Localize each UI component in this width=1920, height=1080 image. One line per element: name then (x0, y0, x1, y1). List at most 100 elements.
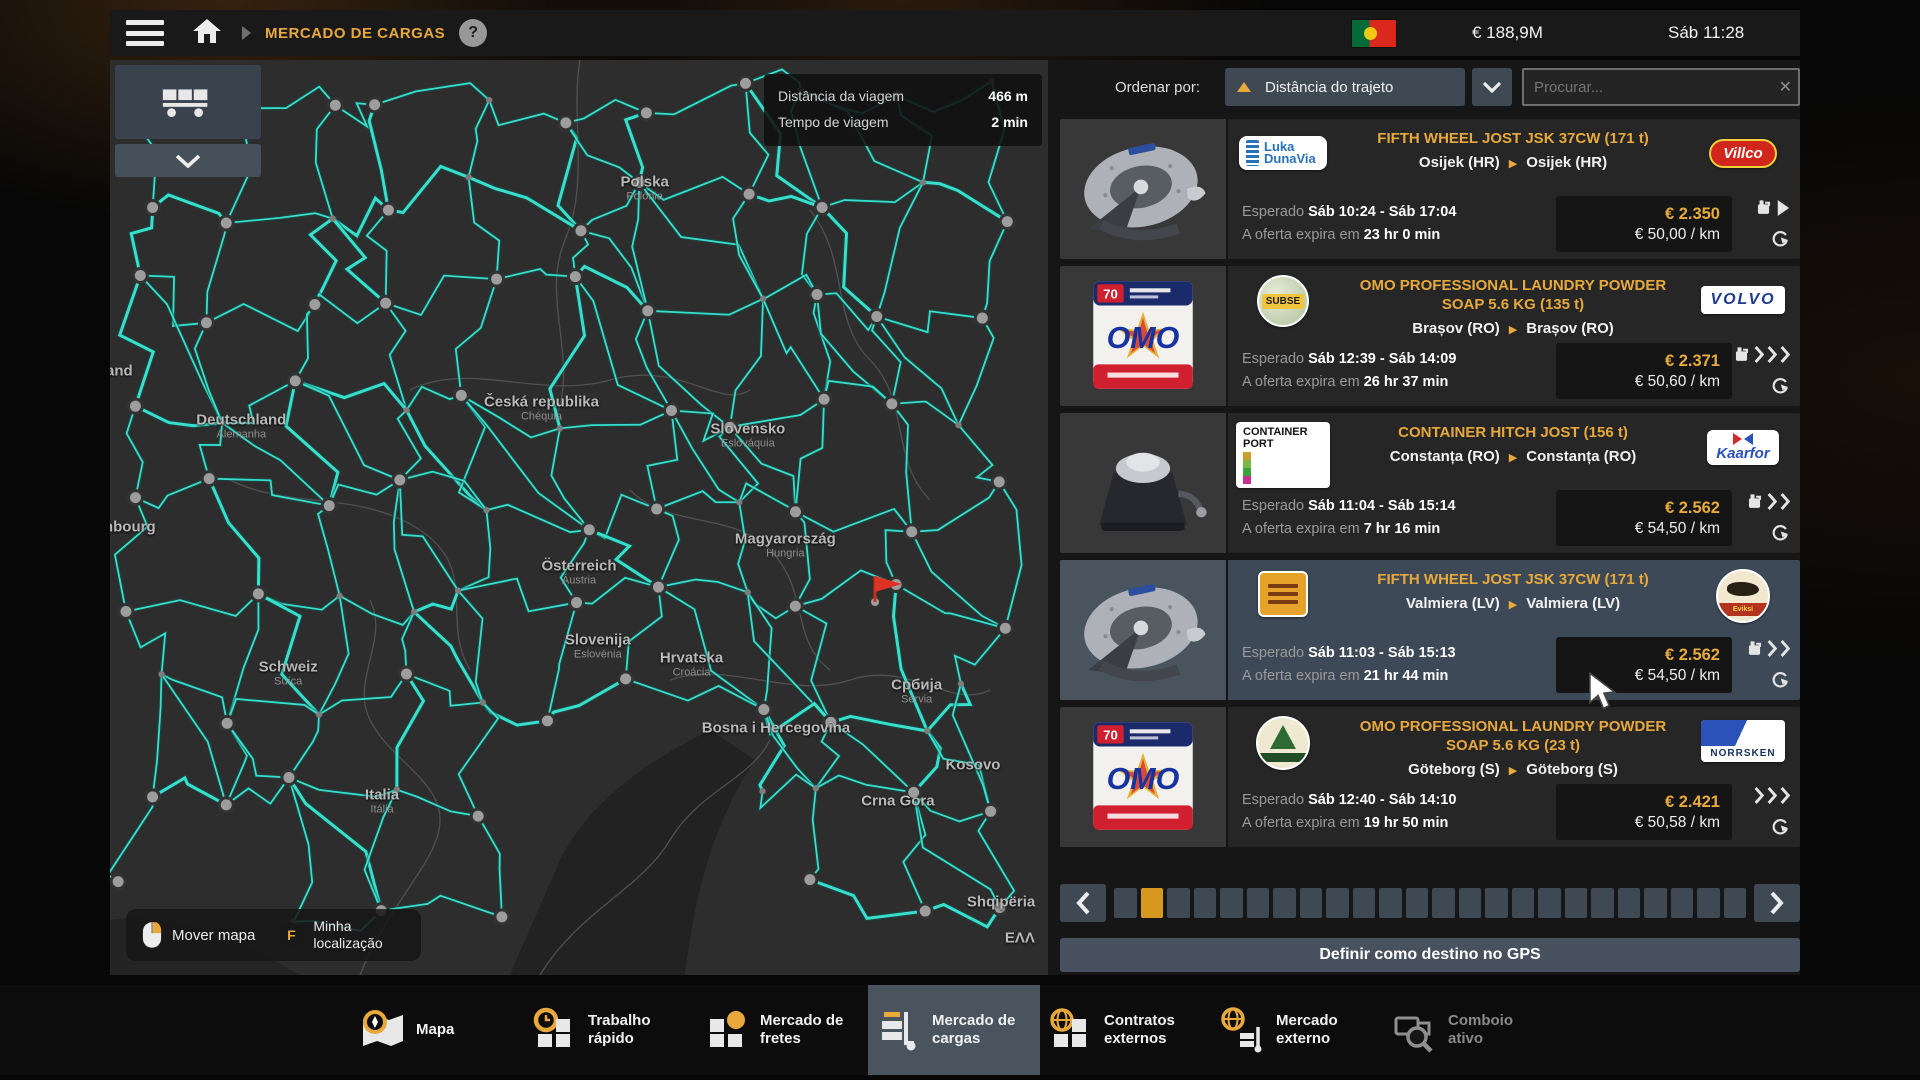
clear-search-icon[interactable]: ✕ (1779, 77, 1792, 97)
cargo-image-omo-pack: 70 OMO (1060, 266, 1228, 406)
cargo-image-omo-pack: 70 OMO (1060, 707, 1228, 847)
page-segment[interactable] (1353, 888, 1376, 918)
trip-distance-value: 466 m (988, 84, 1028, 110)
pagination (1060, 884, 1800, 922)
tab-quick-job[interactable]: Trabalho rápido (524, 985, 696, 1075)
cargo-title: OMO PROFESSIONAL LAUNDRY POWDER SOAP 5.6… (1343, 718, 1683, 756)
cargo-offer-card[interactable]: Luka DunaVia FIFTH WHEEL JOST JSK 37CW (… (1060, 119, 1800, 259)
my-location-key: F (279, 923, 303, 947)
set-gps-destination-button[interactable]: Definir como destino no GPS (1060, 938, 1800, 972)
tab-map[interactable]: Mapa (352, 985, 524, 1075)
bottom-navigation: Mapa Trabalho rápido Mercado de fretes (0, 985, 1920, 1075)
page-segment[interactable] (1591, 888, 1614, 918)
route-arrow-icon: ▶ (1509, 452, 1517, 464)
europe-map[interactable]: andxembourgDeutschlandAlemanhaPolskaPoló… (110, 60, 1048, 975)
cargo-route: Brașov (RO)▶Brașov (RO) (1332, 320, 1694, 337)
urgency-chevron-icon (1767, 345, 1777, 364)
page-segment[interactable] (1565, 888, 1588, 918)
page-segment[interactable] (1459, 888, 1482, 918)
page-segment[interactable] (1724, 888, 1747, 918)
map-panel-collapse-button[interactable] (115, 144, 261, 177)
page-segment[interactable] (1432, 888, 1455, 918)
svg-text:70: 70 (1103, 727, 1118, 742)
page-segment[interactable] (1326, 888, 1349, 918)
page-segment[interactable] (1671, 888, 1694, 918)
recipient-logo: Kaarfor (1694, 422, 1792, 472)
page-segment[interactable] (1114, 888, 1137, 918)
pine-tree-icon (1270, 725, 1296, 749)
page-segment[interactable] (1697, 888, 1720, 918)
cargo-offer-card[interactable]: FIFTH WHEEL JOST JSK 37CW (171 t) Valmie… (1060, 560, 1800, 700)
page-segment[interactable] (1485, 888, 1508, 918)
sort-label: Ordenar por: (1115, 68, 1200, 106)
trip-distance-label: Distância da viagem (778, 84, 904, 110)
page-segment[interactable] (1220, 888, 1243, 918)
next-page-button[interactable] (1754, 884, 1800, 922)
page-segment[interactable] (1644, 888, 1667, 918)
heavy-cargo-icon (1745, 639, 1764, 658)
page-segment[interactable] (1194, 888, 1217, 918)
map-hints: Mover mapa F Minha localização (126, 909, 421, 961)
chevron-down-icon (1482, 81, 1502, 93)
colored-containers-icon (1243, 452, 1323, 484)
heavy-cargo-icon (1754, 198, 1773, 217)
page-segment[interactable] (1379, 888, 1402, 918)
search-input[interactable] (1522, 68, 1800, 106)
sender-logo: Luka DunaVia (1234, 128, 1332, 178)
map-vehicle-browser-button[interactable] (115, 65, 261, 139)
cargo-title: FIFTH WHEEL JOST JSK 37CW (171 t) (1343, 571, 1683, 590)
breadcrumb-chevron-icon (242, 26, 251, 40)
trip-time-value: 2 min (991, 110, 1028, 136)
tab-external-market[interactable]: Mercado externo (1212, 985, 1384, 1075)
sender-logo (1234, 569, 1332, 619)
pine-tree-badge (1256, 716, 1310, 770)
cargo-rack-icon (159, 83, 217, 121)
help-button[interactable]: ? (459, 19, 487, 47)
page-segment[interactable] (1406, 888, 1429, 918)
sort-dropdown[interactable]: Distância do trajeto (1225, 68, 1465, 106)
pagination-track (1114, 888, 1746, 918)
page-segment[interactable] (1618, 888, 1641, 918)
tab-external-contracts[interactable]: Contratos externos (1040, 985, 1212, 1075)
cargo-offer-card[interactable]: 70 OMO (1060, 707, 1800, 847)
page-segment[interactable] (1141, 888, 1164, 918)
cargo-list-panel: Ordenar por: Distância do trajeto ✕ (1060, 60, 1800, 975)
offer-price: € 2.371 (1556, 352, 1720, 371)
page-segment[interactable] (1538, 888, 1561, 918)
offer-details: Esperado Sáb 11:03 - Sáb 15:13 A oferta … (1242, 642, 1546, 688)
tab-active-convoy: Comboio ativo (1384, 985, 1556, 1075)
sender-logo (1234, 716, 1332, 770)
cargo-flags (1742, 343, 1790, 399)
svg-text:70: 70 (1103, 286, 1118, 301)
tab-freight-market[interactable]: Mercado de fretes (696, 985, 868, 1075)
page-segment[interactable] (1300, 888, 1323, 918)
cargo-offer-card[interactable]: CONTAINER PORT CONTAINER HITCH JOST (156… (1060, 413, 1800, 553)
page-segment[interactable] (1512, 888, 1535, 918)
page-segment[interactable] (1247, 888, 1270, 918)
kaarfor-mark-icon (1733, 433, 1753, 445)
cargo-route: Constanța (RO)▶Constanța (RO) (1332, 448, 1694, 465)
main-panel: andxembourgDeutschlandAlemanhaPolskaPoló… (110, 60, 1800, 975)
urgency-chevron-icon (1780, 492, 1790, 511)
recipient-logo: NORRSKEN (1694, 716, 1792, 766)
chevron-right-icon (1769, 891, 1785, 915)
cargo-flags (1742, 490, 1790, 546)
page-segment[interactable] (1273, 888, 1296, 918)
menu-icon[interactable] (126, 20, 164, 46)
tab-cargo-market[interactable]: Mercado de cargas (868, 985, 1040, 1075)
cow-icon (1727, 582, 1759, 596)
urgency-chevron-icon (1754, 345, 1764, 364)
route-arrow-icon: ▶ (1509, 324, 1517, 336)
cargo-image-fifth-wheel (1060, 560, 1228, 700)
cargo-offer-card[interactable]: 70 OMO SUBSE (1060, 266, 1800, 406)
page-segment[interactable] (1167, 888, 1190, 918)
sort-dropdown-expand-button[interactable] (1472, 68, 1512, 106)
previous-page-button[interactable] (1060, 884, 1106, 922)
urgency-chevron-icon (1780, 639, 1790, 658)
cargo-image-container-hitch (1060, 413, 1228, 553)
offer-price: € 2.562 (1556, 499, 1720, 518)
svg-text:OMO: OMO (1107, 762, 1180, 796)
cargo-route: Valmiera (LV)▶Valmiera (LV) (1332, 595, 1694, 612)
my-location-hint: Minha localização (313, 918, 405, 952)
home-icon[interactable] (192, 18, 222, 49)
